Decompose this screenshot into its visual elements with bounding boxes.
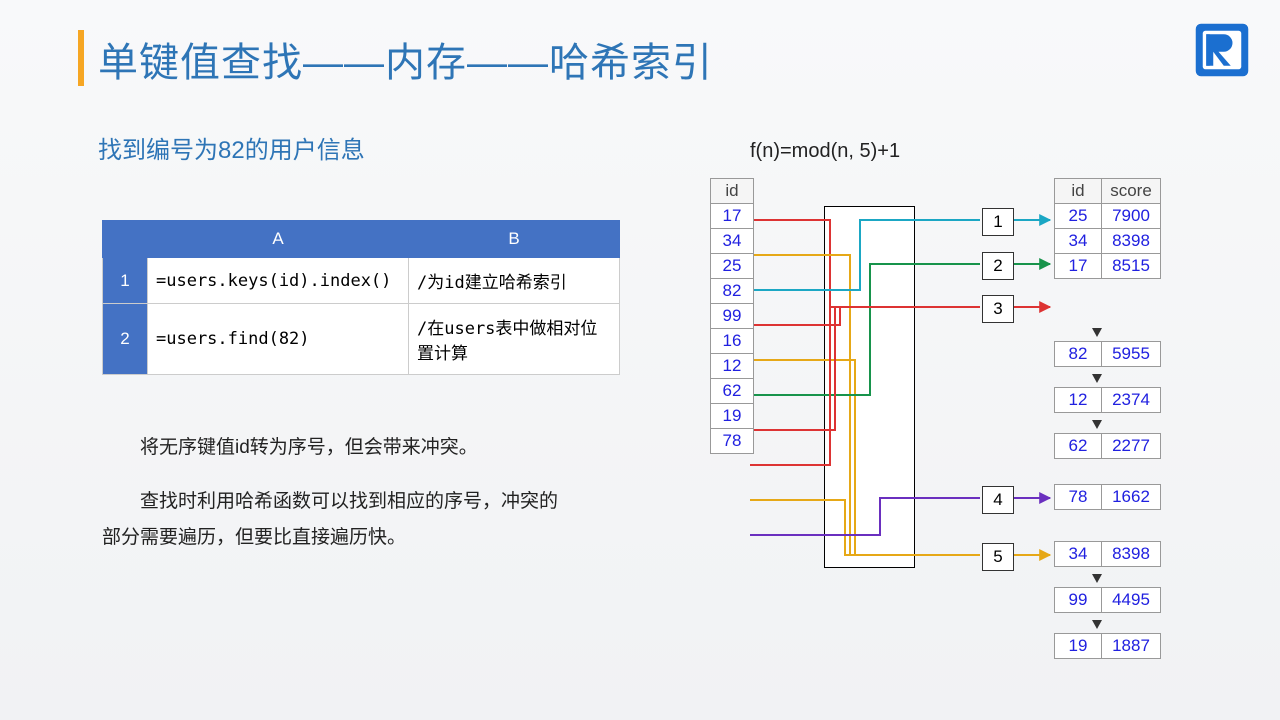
res-score: 8515 — [1102, 254, 1161, 279]
row-num: 1 — [103, 258, 148, 304]
res-id: 62 — [1055, 434, 1102, 459]
body-paragraph-2: 查找时利用哈希函数可以找到相应的序号，冲突的 部分需要遍历，但要比直接遍历快。 — [102, 484, 642, 556]
res-score-header: score — [1102, 179, 1161, 204]
bucket-box: 3 — [982, 295, 1014, 323]
res-id: 34 — [1055, 229, 1102, 254]
id-cell: 82 — [711, 279, 754, 304]
id-cell: 12 — [711, 354, 754, 379]
hash-diagram: f(n)=mod(n, 5)+1 — [700, 140, 1220, 680]
col-corner — [103, 221, 148, 258]
id-cell: 19 — [711, 404, 754, 429]
chain-arrow-icon — [1092, 574, 1102, 583]
col-a-header: A — [148, 221, 409, 258]
code-table: A B 1 =users.keys(id).index() /为id建立哈希索引… — [102, 220, 620, 375]
table-row: 1 =users.keys(id).index() /为id建立哈希索引 — [103, 258, 620, 304]
res-id: 19 — [1055, 634, 1102, 659]
body-paragraph-1: 将无序键值id转为序号，但会带来冲突。 — [102, 430, 478, 466]
cell-b2: /在users表中做相对位置计算 — [409, 304, 620, 375]
res-id: 12 — [1055, 388, 1102, 413]
res-id: 25 — [1055, 204, 1102, 229]
res-id: 82 — [1055, 342, 1102, 367]
page-subtitle: 找到编号为82的用户信息 — [98, 130, 365, 165]
id-cell: 62 — [711, 379, 754, 404]
title-accent — [78, 30, 84, 86]
hash-mid-box — [869, 206, 915, 568]
res-id: 34 — [1055, 542, 1102, 567]
res-score: 5955 — [1102, 342, 1161, 367]
logo-icon — [1194, 22, 1250, 78]
hash-mid-box — [824, 206, 871, 568]
slide: 单键值查找——内存——哈希索引 找到编号为82的用户信息 A B 1 =user… — [0, 0, 1280, 720]
cell-a2: =users.find(82) — [148, 304, 409, 375]
bucket-box: 4 — [982, 486, 1014, 514]
id-cell: 99 — [711, 304, 754, 329]
id-cell: 17 — [711, 204, 754, 229]
id-cell: 16 — [711, 329, 754, 354]
chain-arrow-icon — [1092, 420, 1102, 429]
res-score: 1887 — [1102, 634, 1161, 659]
cell-a1: =users.keys(id).index() — [148, 258, 409, 304]
bucket-box: 5 — [982, 543, 1014, 571]
bucket-box: 1 — [982, 208, 1014, 236]
id-table: id 17 34 25 82 99 16 12 62 19 78 — [710, 178, 754, 454]
res-score: 4495 — [1102, 588, 1161, 613]
chain-arrow-icon — [1092, 620, 1102, 629]
res-id-header: id — [1055, 179, 1102, 204]
row-num: 2 — [103, 304, 148, 375]
bucket-box: 2 — [982, 252, 1014, 280]
res-id: 78 — [1055, 485, 1102, 510]
col-b-header: B — [409, 221, 620, 258]
res-id: 17 — [1055, 254, 1102, 279]
body2-line1: 查找时利用哈希函数可以找到相应的序号，冲突的 — [102, 484, 642, 520]
res-score: 8398 — [1102, 229, 1161, 254]
chain-arrow-icon — [1092, 328, 1102, 337]
result-table: 994495 — [1054, 587, 1161, 613]
id-cell: 25 — [711, 254, 754, 279]
id-header: id — [711, 179, 754, 204]
result-table: 191887 — [1054, 633, 1161, 659]
res-score: 2374 — [1102, 388, 1161, 413]
hash-function-label: f(n)=mod(n, 5)+1 — [750, 140, 900, 163]
res-score: 1662 — [1102, 485, 1161, 510]
cell-b1: /为id建立哈希索引 — [409, 258, 620, 304]
id-cell: 34 — [711, 229, 754, 254]
res-score: 7900 — [1102, 204, 1161, 229]
res-score: 2277 — [1102, 434, 1161, 459]
result-table: 825955 — [1054, 341, 1161, 367]
table-row: 2 =users.find(82) /在users表中做相对位置计算 — [103, 304, 620, 375]
result-table: 781662 — [1054, 484, 1161, 510]
result-table: 122374 — [1054, 387, 1161, 413]
result-table: 348398 — [1054, 541, 1161, 567]
result-table: idscore 257900 348398 178515 — [1054, 178, 1161, 279]
page-title: 单键值查找——内存——哈希索引 — [98, 30, 713, 88]
res-score: 8398 — [1102, 542, 1161, 567]
id-cell: 78 — [711, 429, 754, 454]
body2-line2: 部分需要遍历，但要比直接遍历快。 — [102, 527, 406, 548]
res-id: 99 — [1055, 588, 1102, 613]
result-table: 622277 — [1054, 433, 1161, 459]
chain-arrow-icon — [1092, 374, 1102, 383]
